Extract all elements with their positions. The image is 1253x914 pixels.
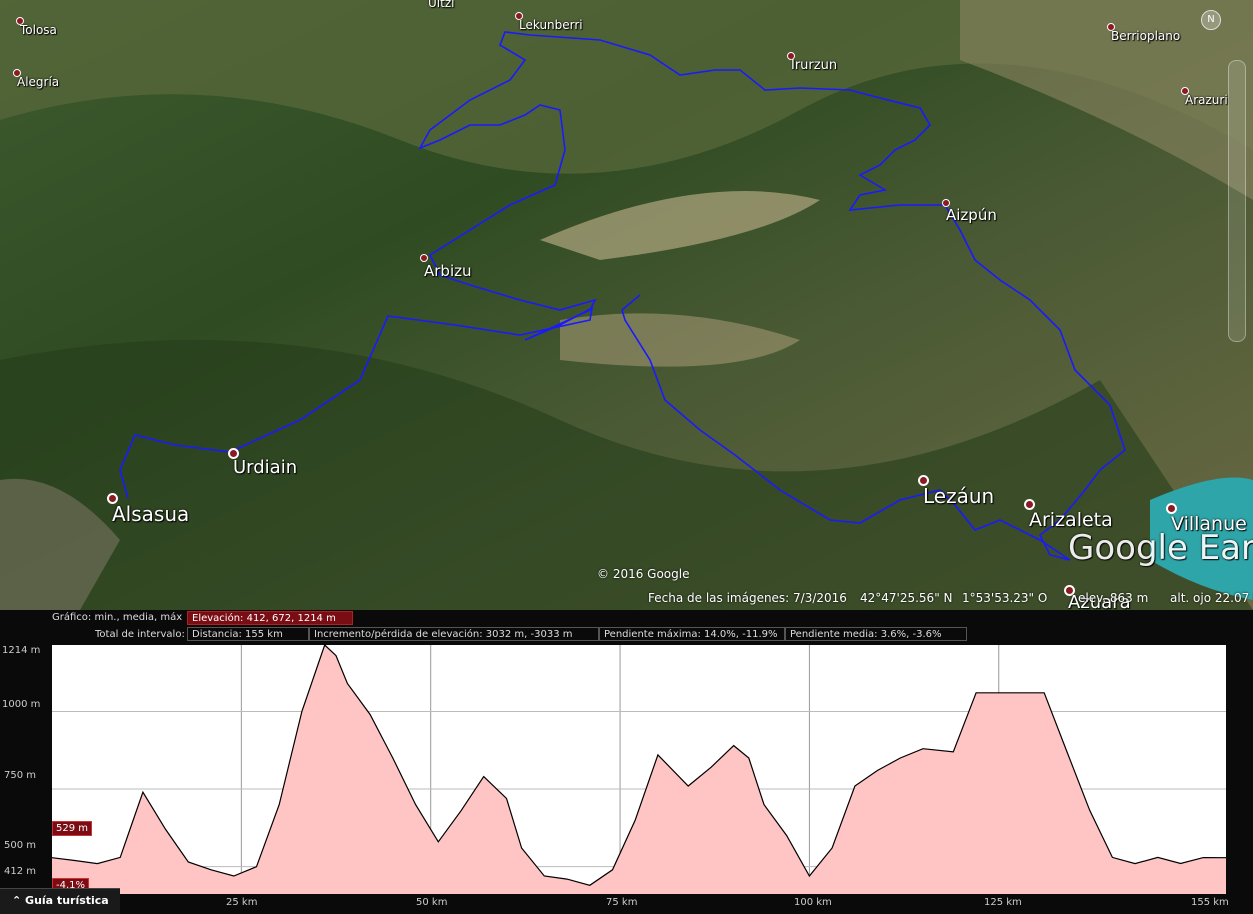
chevron-up-icon: ⌃ <box>12 894 26 907</box>
y-tick-label: 750 m <box>4 770 37 781</box>
y-tick-label: 412 m <box>4 866 37 877</box>
x-tick-label: 50 km <box>416 897 448 908</box>
interval-label: Total de intervalo: <box>95 629 185 640</box>
place-label: Arbizu <box>424 262 472 280</box>
x-tick-label: 155 km <box>1191 897 1229 908</box>
place-label: Aizpún <box>946 206 997 224</box>
y-tick-label: 1214 m <box>2 645 41 656</box>
google-earth-logo: Google Earth <box>1068 528 1253 568</box>
elevation-gain-box: Incremento/pérdida de elevación: 3032 m,… <box>309 627 599 641</box>
x-tick-label: 25 km <box>226 897 258 908</box>
distance-box: Distancia: 155 km <box>187 627 309 641</box>
map-view[interactable]: Uitzi Lekunberri Tolosa Alegría Irurzun … <box>0 0 1253 610</box>
compass-icon[interactable]: N <box>1201 10 1221 30</box>
cursor-elevation-badge: 529 m <box>52 821 93 836</box>
place-label: Irurzun <box>791 58 838 73</box>
x-tick-label: 75 km <box>606 897 638 908</box>
tour-guide-button[interactable]: ⌃ Guía turística <box>0 888 120 914</box>
place-label: Alegría <box>17 75 60 89</box>
longitude-readout: 1°53'53.23" O <box>962 591 1048 605</box>
x-tick-label: 100 km <box>794 897 832 908</box>
place-label: Alsasua <box>112 502 190 526</box>
place-label: Tolosa <box>20 23 57 37</box>
elevation-stats-box: Elevación: 412, 672, 1214 m <box>187 611 353 625</box>
max-slope-box: Pendiente máxima: 14.0%, -11.9% <box>599 627 785 641</box>
elevation-profile-panel: Gráfico: min., media, máx Elevación: 412… <box>0 610 1253 914</box>
avg-slope-box: Pendiente media: 3.6%, -3.6% <box>785 627 967 641</box>
graph-label: Gráfico: min., media, máx <box>52 612 183 623</box>
y-tick-label: 500 m <box>4 840 37 851</box>
place-pin[interactable] <box>420 254 428 262</box>
place-label: Uitzi <box>428 0 455 10</box>
latitude-readout: 42°47'25.56" N <box>860 591 953 605</box>
x-tick-label: 125 km <box>984 897 1022 908</box>
elevation-readout: elev. 863 m <box>1078 591 1149 605</box>
place-label: Urdiain <box>233 457 298 478</box>
eye-altitude-readout: alt. ojo 22.07 km <box>1170 591 1253 605</box>
zoom-slider[interactable] <box>1228 60 1246 342</box>
place-label: Lezáun <box>923 484 995 508</box>
place-label: Lekunberri <box>519 18 583 32</box>
imagery-date: Fecha de las imágenes: 7/3/2016 <box>648 591 847 605</box>
place-label: Berrioplano <box>1111 29 1181 43</box>
copyright-text: © 2016 Google <box>597 567 690 581</box>
place-label: Arazuri <box>1185 93 1228 107</box>
y-tick-label: 1000 m <box>2 699 41 710</box>
